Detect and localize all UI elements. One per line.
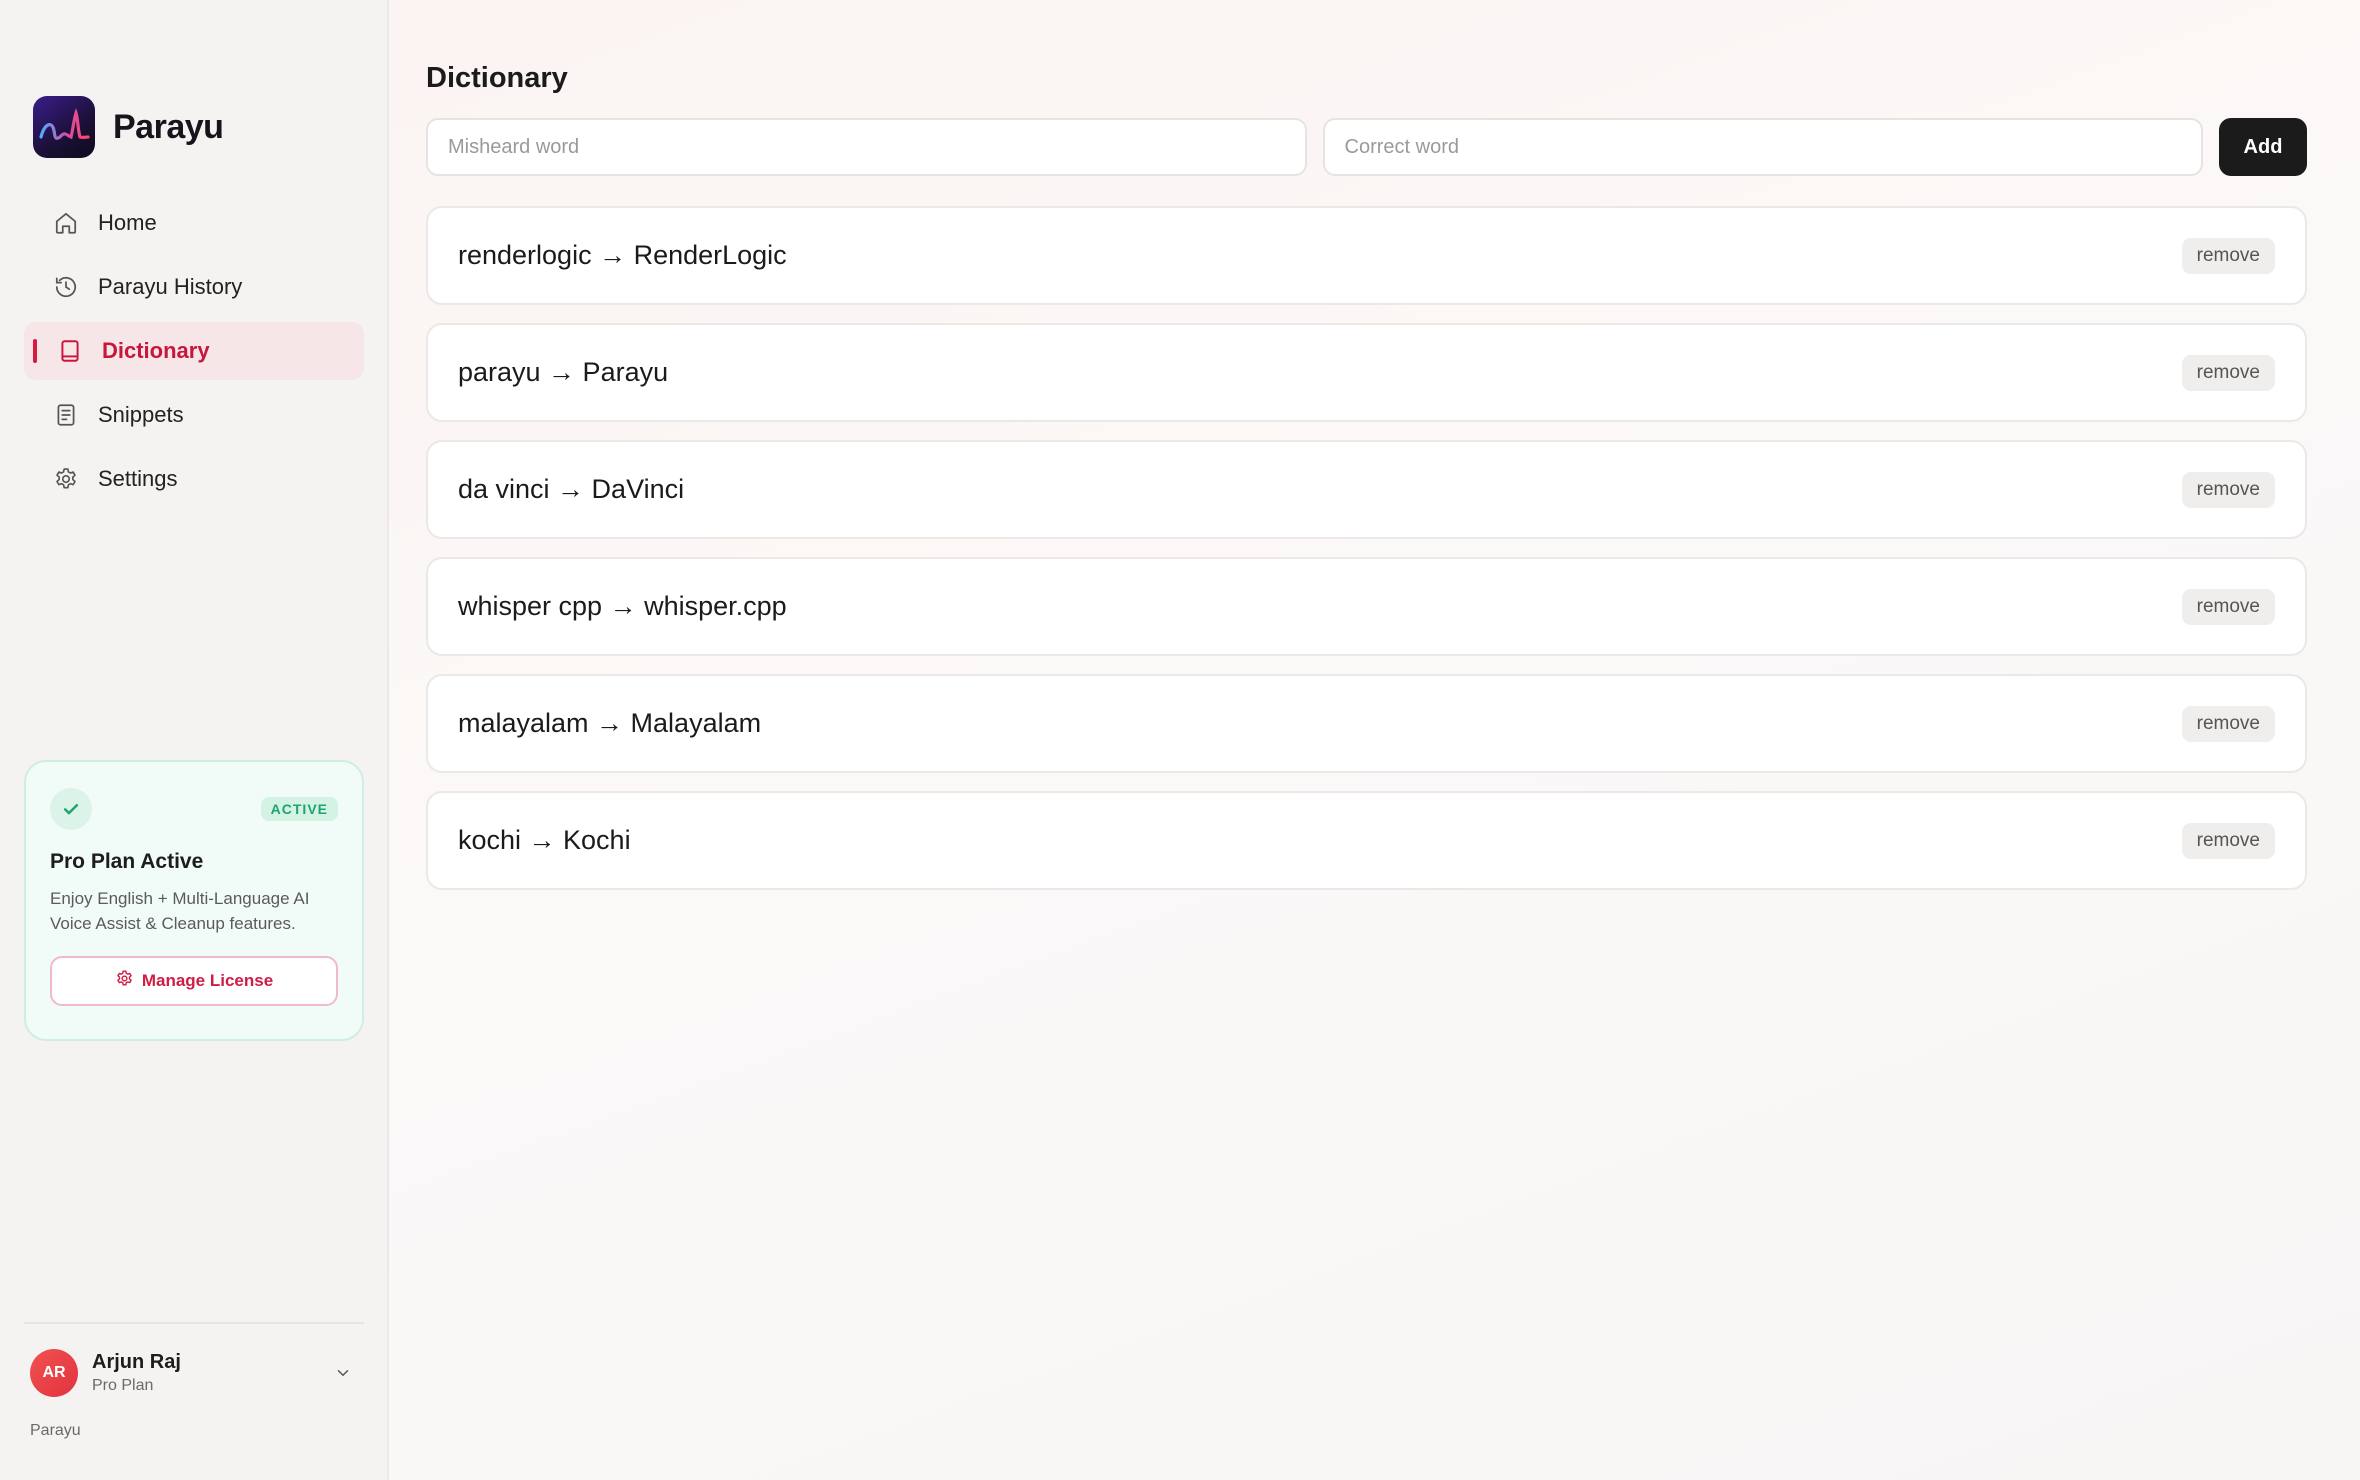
gear-icon	[115, 969, 134, 993]
chevron-down-icon[interactable]	[328, 1364, 358, 1382]
main-content: Dictionary Add renderlogic → RenderLogic…	[389, 0, 2360, 1480]
sidebar: Parayu Home Parayu History Dictionary Sn…	[0, 0, 389, 1480]
plan-title: Pro Plan Active	[50, 850, 204, 873]
sidebar-item-label: Dictionary	[102, 338, 210, 363]
entry-text: whisper cpp → whisper.cpp	[458, 591, 787, 621]
remove-button[interactable]: remove	[2181, 237, 2275, 274]
plan-card: ACTIVE Pro Plan Active Enjoy English + M…	[24, 760, 364, 1041]
sidebar-item-history[interactable]: Parayu History	[24, 258, 364, 316]
entry-text: renderlogic → RenderLogic	[458, 240, 787, 270]
list-item: malayalam → Malayalam remove	[426, 674, 2307, 773]
sidebar-item-settings[interactable]: Settings	[24, 450, 364, 508]
document-icon	[52, 401, 80, 429]
remove-button[interactable]: remove	[2181, 588, 2275, 625]
page-title: Dictionary	[426, 62, 568, 94]
sidebar-item-label: Parayu History	[98, 274, 243, 299]
status-badge: ACTIVE	[260, 797, 338, 821]
avatar: AR	[30, 1349, 78, 1397]
list-item: kochi → Kochi remove	[426, 791, 2307, 890]
list-item: da vinci → DaVinci remove	[426, 440, 2307, 539]
list-item: parayu → Parayu remove	[426, 323, 2307, 422]
divider	[24, 1322, 364, 1324]
user-menu[interactable]: AR Arjun Raj Pro Plan	[30, 1348, 364, 1398]
entry-text: da vinci → DaVinci	[458, 474, 685, 504]
dictionary-list: renderlogic → RenderLogic remove parayu …	[426, 206, 2307, 908]
remove-button[interactable]: remove	[2181, 705, 2275, 742]
brand[interactable]: Parayu	[33, 96, 224, 158]
manage-license-label: Manage License	[141, 971, 274, 990]
sidebar-item-label: Snippets	[98, 402, 184, 427]
book-icon	[56, 337, 84, 365]
sidebar-item-label: Settings	[98, 466, 178, 491]
entry-text: kochi → Kochi	[458, 825, 631, 855]
app-logo	[33, 96, 95, 158]
misheard-word-input[interactable]	[426, 118, 1307, 176]
history-icon	[52, 273, 80, 301]
sidebar-item-label: Home	[98, 210, 157, 235]
app-footer: Parayu	[30, 1422, 81, 1439]
user-plan: Pro Plan	[92, 1377, 154, 1394]
sidebar-item-dictionary[interactable]: Dictionary	[24, 322, 364, 380]
sidebar-item-home[interactable]: Home	[24, 194, 364, 252]
gear-icon	[52, 465, 80, 493]
add-entry-form: Add	[426, 118, 2307, 176]
plan-description: Enjoy English + Multi-Language AI Voice …	[50, 889, 310, 933]
add-button[interactable]: Add	[2219, 118, 2307, 176]
check-icon	[50, 788, 92, 830]
remove-button[interactable]: remove	[2181, 354, 2275, 391]
sidebar-nav: Home Parayu History Dictionary Snippets …	[24, 194, 364, 514]
manage-license-button[interactable]: Manage License	[50, 956, 338, 1006]
correct-word-input[interactable]	[1322, 118, 2203, 176]
remove-button[interactable]: remove	[2181, 471, 2275, 508]
sidebar-item-snippets[interactable]: Snippets	[24, 386, 364, 444]
list-item: whisper cpp → whisper.cpp remove	[426, 557, 2307, 656]
list-item: renderlogic → RenderLogic remove	[426, 206, 2307, 305]
entry-text: malayalam → Malayalam	[458, 708, 762, 738]
user-name: Arjun Raj	[92, 1351, 181, 1373]
app-name: Parayu	[113, 107, 224, 146]
remove-button[interactable]: remove	[2181, 822, 2275, 859]
entry-text: parayu → Parayu	[458, 357, 669, 387]
home-icon	[52, 209, 80, 237]
